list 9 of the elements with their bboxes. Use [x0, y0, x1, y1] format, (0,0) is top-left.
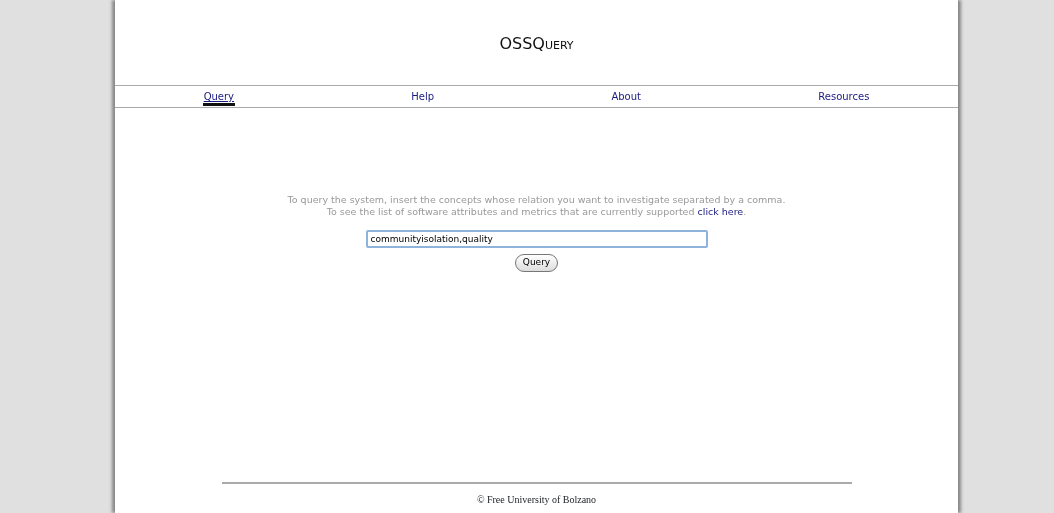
footer-text: © Free University of Bolzano	[476, 494, 597, 505]
query-button[interactable]: Query	[514, 254, 559, 272]
nav-tab[interactable]: About	[610, 91, 642, 103]
query-field[interactable]: communityisolation,quality	[365, 230, 708, 248]
nav-tab[interactable]: Resources	[817, 91, 871, 103]
instructions-text: To query the system, insert the concepts whose relation you want to investigate separated by a comma. To see the list of software attributes and metrics that are currently supported click here.	[287, 194, 786, 218]
nav-tab[interactable]: Help	[410, 91, 436, 103]
site-title: OSSQuery	[499, 32, 574, 55]
nav-tab[interactable]: Query	[202, 91, 236, 106]
